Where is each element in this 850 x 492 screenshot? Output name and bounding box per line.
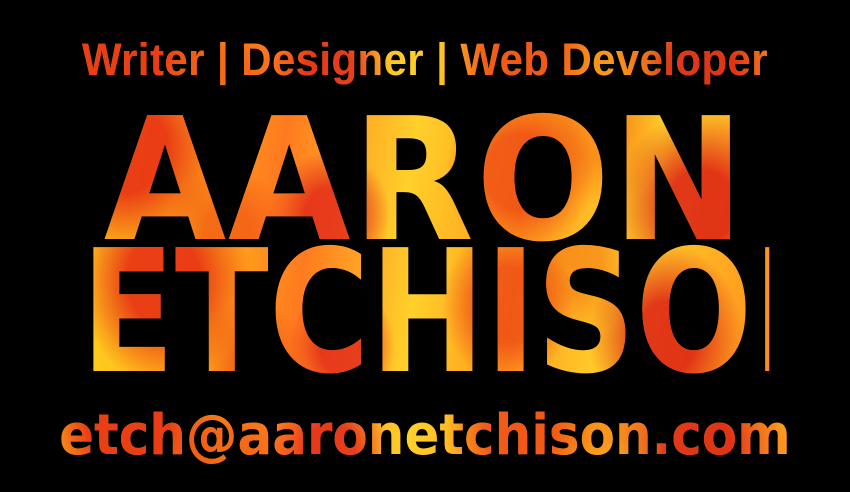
last-name: ETCHISON	[80, 214, 850, 412]
business-card: Writer | Designer | Web Developer AARON …	[0, 0, 850, 492]
tagline: Writer | Designer | Web Developer	[29, 30, 821, 90]
email-address: etch@aaronetchison.com	[34, 400, 816, 472]
